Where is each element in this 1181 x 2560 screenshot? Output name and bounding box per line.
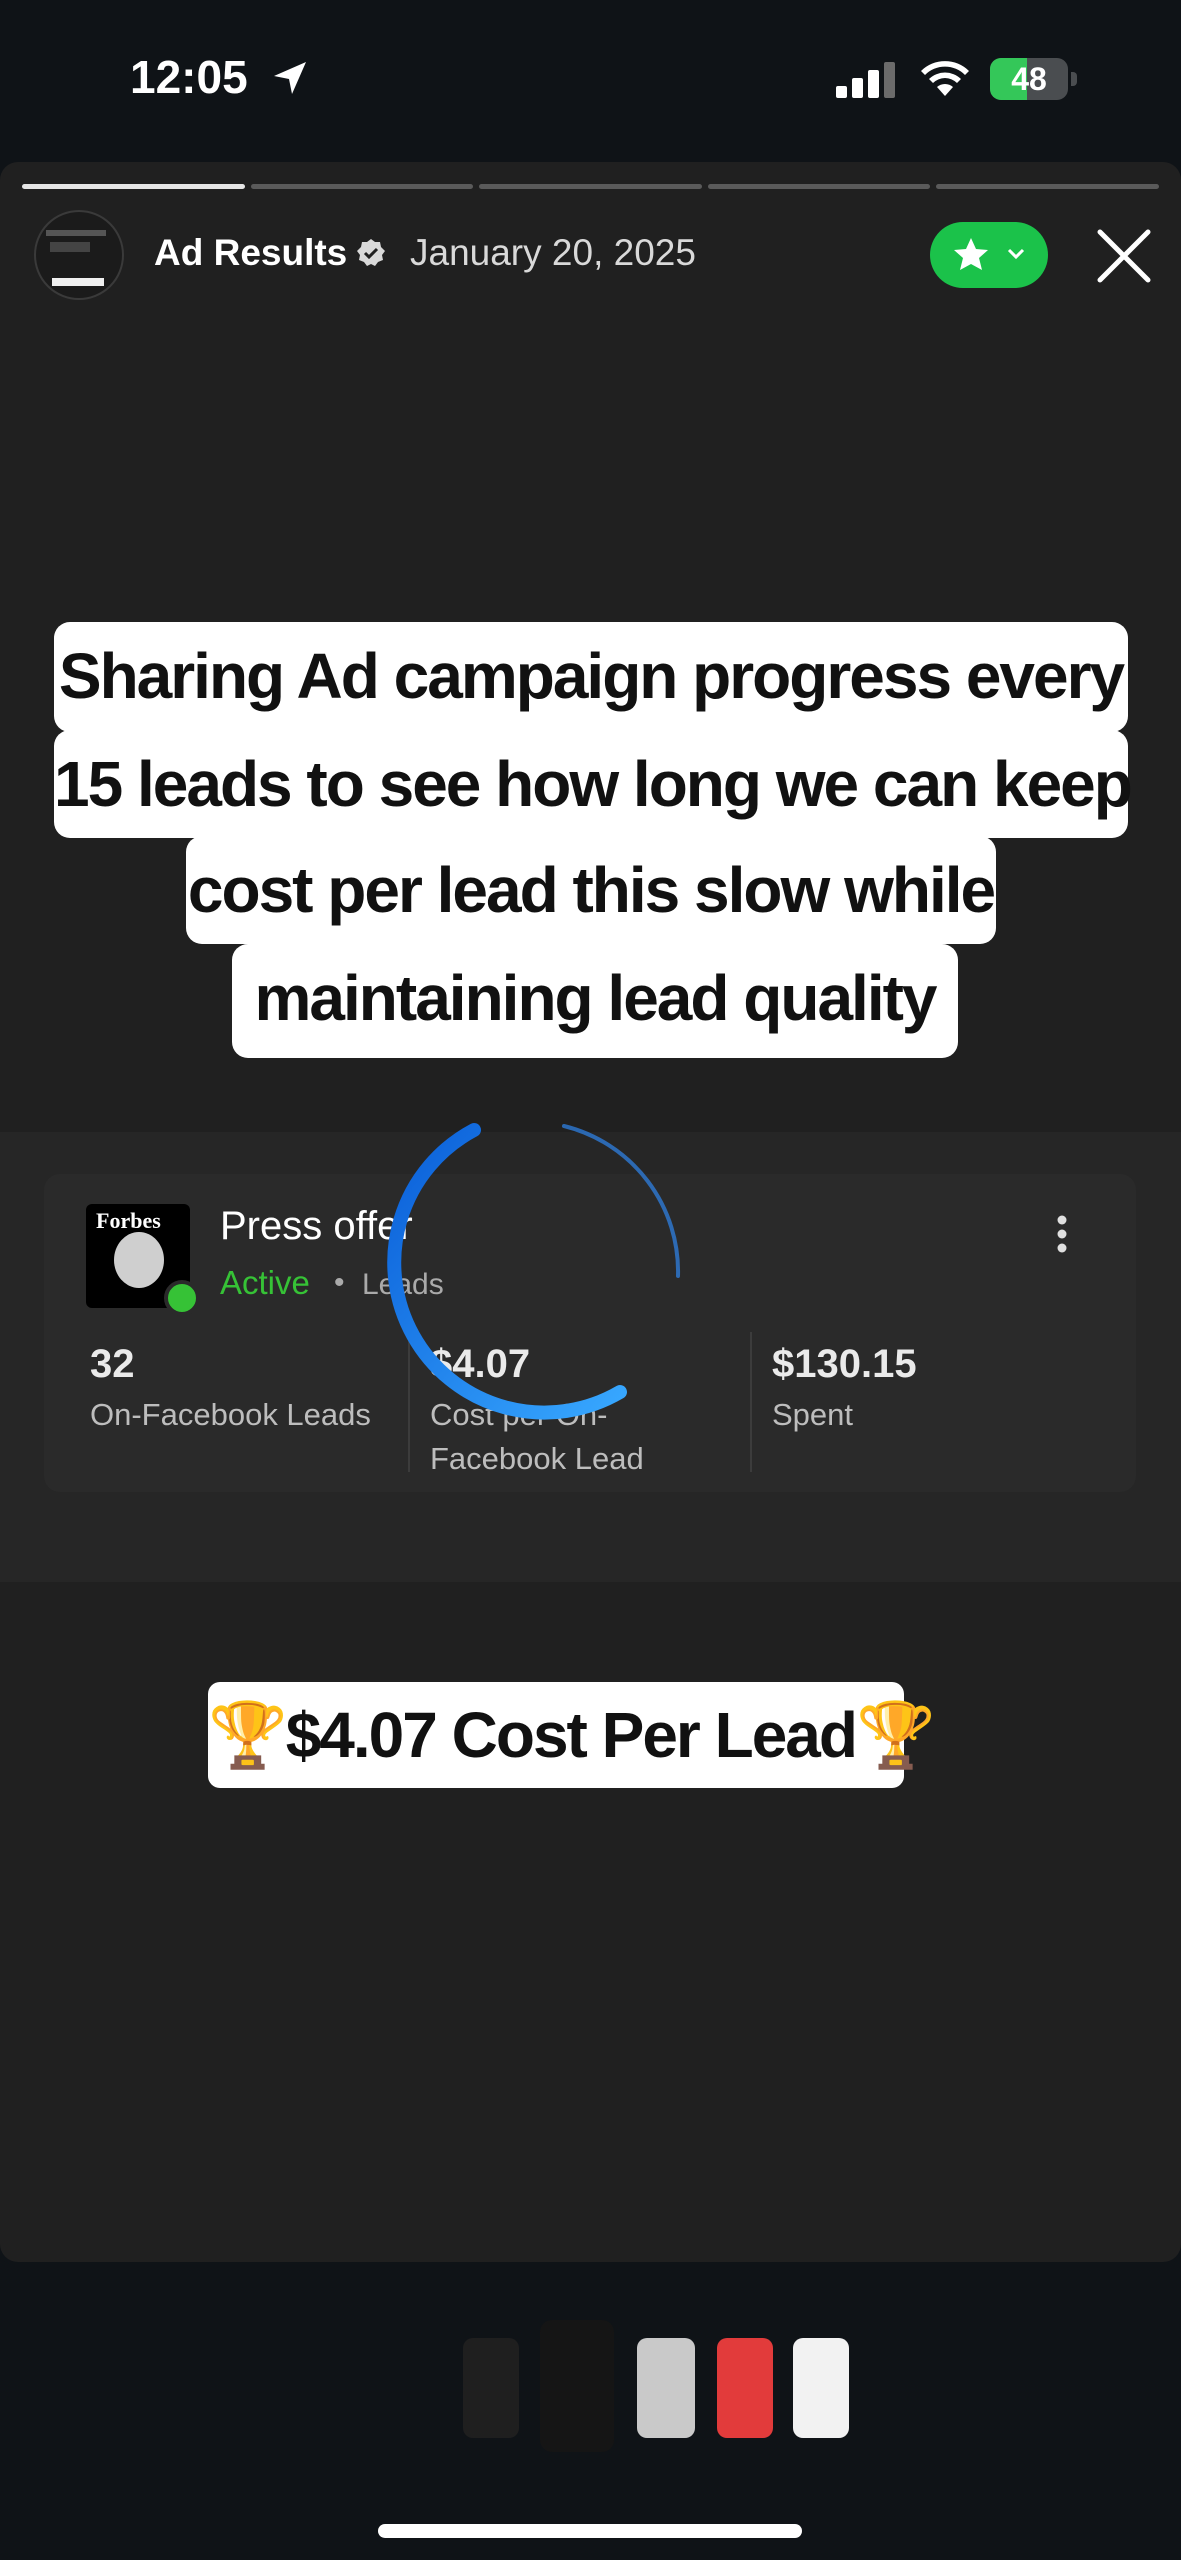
home-indicator[interactable] xyxy=(378,2524,802,2538)
chevron-down-icon xyxy=(1007,248,1025,260)
caption-line: cost per lead this slow while xyxy=(186,836,996,944)
active-status-dot xyxy=(164,1280,200,1316)
ad-thumbnail-brand: Forbes xyxy=(96,1208,161,1233)
metric-leads: 32 On-Facebook Leads xyxy=(90,1342,400,1437)
story-progress-bar xyxy=(22,184,1159,190)
cellular-signal-icon xyxy=(836,62,895,98)
caption-line: Sharing Ad campaign progress every xyxy=(54,622,1128,732)
favorite-dropdown-button[interactable] xyxy=(930,222,1048,288)
metric-label: On-Facebook Leads xyxy=(90,1397,371,1432)
story-thumbnail[interactable] xyxy=(717,2338,773,2438)
caption-line: 15 leads to see how long we can keep xyxy=(54,730,1133,838)
metric-value: $130.15 xyxy=(772,1342,917,1386)
ad-separator: • xyxy=(334,1266,345,1299)
story-thumbnail[interactable] xyxy=(637,2338,695,2438)
verified-badge-icon xyxy=(357,239,385,266)
metric-value: 32 xyxy=(90,1342,135,1386)
story-thumbnail[interactable] xyxy=(463,2338,519,2438)
location-arrow-icon xyxy=(274,62,306,94)
loading-spinner-icon xyxy=(387,1123,681,1420)
story-progress-segment xyxy=(479,184,702,189)
more-options-icon xyxy=(1057,1215,1067,1253)
story-thumbnail-selected[interactable] xyxy=(540,2320,614,2452)
status-bar: 12:05 48 xyxy=(0,0,1181,160)
metric-spent: $130.15 Spent xyxy=(772,1342,1092,1437)
story-progress-segment xyxy=(22,184,245,189)
post-date: January 20, 2025 xyxy=(410,232,696,273)
page-name[interactable]: Ad Results xyxy=(154,232,347,274)
story-progress-segment xyxy=(936,184,1159,189)
cost-per-lead-banner: 🏆$4.07 Cost Per Lead🏆 xyxy=(208,1682,936,1788)
battery-indicator: 48 xyxy=(990,58,1078,100)
page-avatar[interactable] xyxy=(34,210,124,300)
star-icon xyxy=(954,238,988,270)
story-progress-segment xyxy=(707,184,931,189)
caption-line: maintaining lead quality xyxy=(232,944,958,1058)
status-time: 12:05 xyxy=(130,51,248,103)
battery-percent: 48 xyxy=(1011,61,1047,97)
close-icon[interactable] xyxy=(1094,226,1154,286)
ad-status: Active xyxy=(220,1264,310,1301)
metric-label: Spent xyxy=(772,1397,854,1432)
wifi-icon xyxy=(921,61,969,96)
story-thumbnails xyxy=(0,2320,1181,2460)
story-thumbnail[interactable] xyxy=(793,2338,849,2438)
story-progress-segment xyxy=(250,184,474,189)
